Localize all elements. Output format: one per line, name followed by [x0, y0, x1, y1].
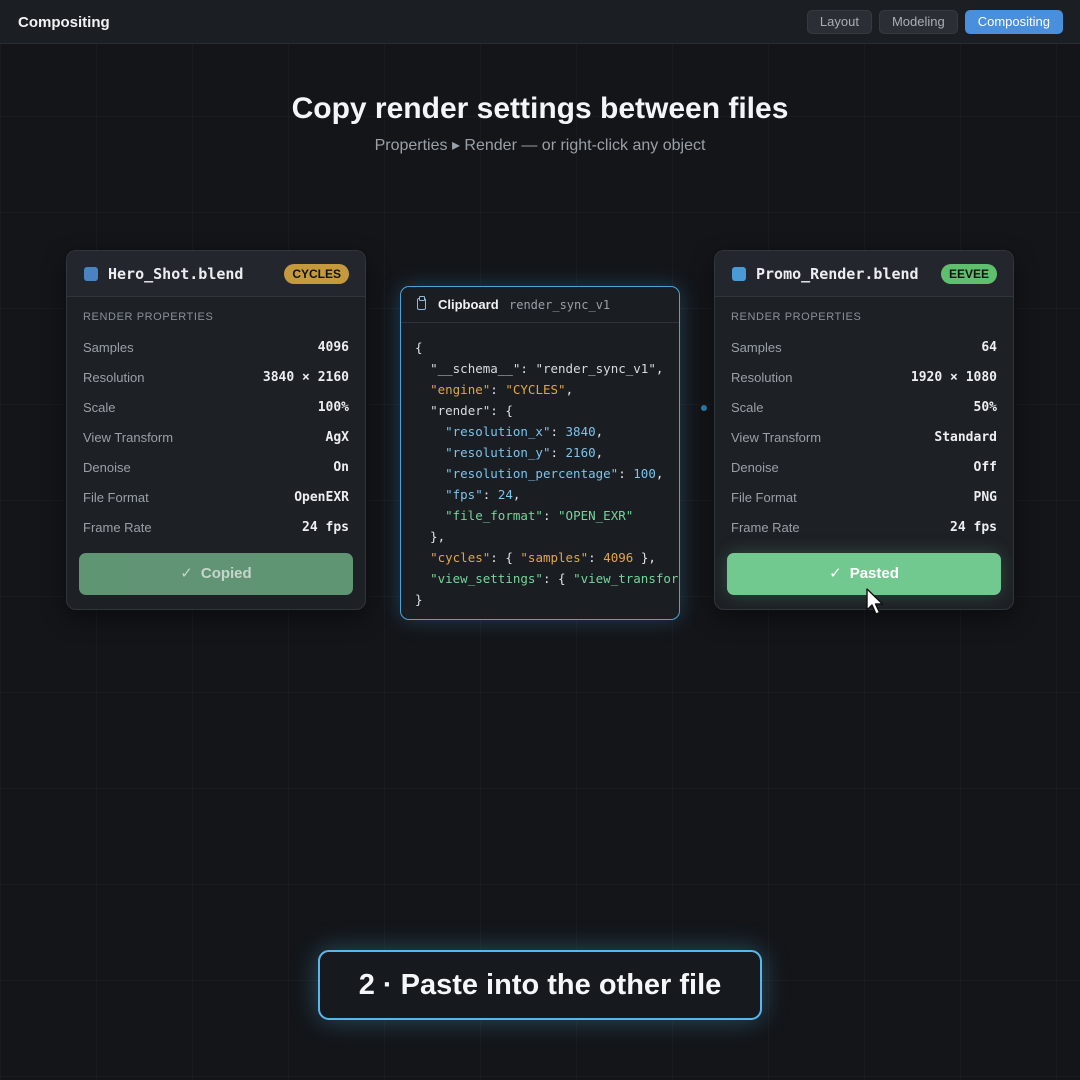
prop-label: File Format [83, 490, 149, 505]
source-file-name: Hero_Shot.blend [108, 265, 244, 283]
copy-button[interactable]: ✓ Copied [79, 553, 353, 595]
mouse-cursor-icon [866, 588, 884, 615]
clipboard-header: Clipboard render_sync_v1 [401, 287, 679, 323]
file-color-icon [84, 267, 98, 281]
source-file-card: Hero_Shot.blend CYCLES RENDER PROPERTIES… [66, 250, 366, 610]
prop-row-denoise: Denoise Off [731, 458, 997, 478]
prop-value: AgX [325, 430, 349, 445]
prop-row-view-transform: View Transform Standard [731, 428, 997, 448]
prop-row-scale: Scale 100% [83, 398, 349, 418]
prop-value: PNG [973, 490, 997, 505]
prop-label: Denoise [731, 460, 779, 475]
clipboard-title: Clipboard [438, 297, 499, 312]
engine-badge: CYCLES [284, 264, 349, 284]
prop-row-resolution: Resolution 1920 × 1080 [731, 368, 997, 388]
clipboard-icon [417, 296, 426, 310]
section-label: RENDER PROPERTIES [731, 311, 862, 323]
clipboard-json: { "__schema__": "render_sync_v1", "engin… [415, 340, 679, 607]
page-title: Copy render settings between files [291, 92, 789, 125]
copy-button-label: Copied [200, 565, 252, 582]
file-color-icon [732, 267, 746, 281]
engine-badge: EEVEE [940, 264, 997, 284]
target-file-header: Promo_Render.blend EEVEE [715, 251, 1013, 297]
prop-row-samples: Samples 64 [731, 338, 997, 358]
check-icon: ✓ [180, 565, 193, 582]
prop-label: Scale [83, 400, 116, 415]
prop-value: 50% [973, 400, 997, 415]
clipboard-panel: Clipboard render_sync_v1 { "__schema__":… [400, 286, 680, 620]
prop-label: File Format [731, 490, 797, 505]
prop-value: 100% [317, 400, 349, 415]
step-banner: 2 · Paste into the other file [318, 950, 762, 1020]
prop-label: View Transform [731, 430, 822, 445]
section-label: RENDER PROPERTIES [83, 311, 214, 323]
prop-row-frame-rate: Frame Rate 24 fps [731, 518, 997, 538]
prop-value: 3840 × 2160 [262, 370, 349, 385]
prop-label: Samples [731, 340, 782, 355]
tab-compositing[interactable]: Compositing [964, 10, 1063, 34]
prop-value: OpenEXR [294, 490, 349, 505]
target-file-card: Promo_Render.blend EEVEE RENDER PROPERTI… [714, 250, 1014, 610]
tab-modeling[interactable]: Modeling [878, 10, 958, 34]
prop-value: 24 fps [302, 520, 349, 535]
tab-layout[interactable]: Layout [806, 10, 872, 34]
target-file-name: Promo_Render.blend [756, 265, 919, 283]
paste-button-label: Pasted [849, 565, 899, 582]
prop-value: 4096 [317, 340, 349, 355]
prop-label: Resolution [731, 370, 793, 385]
prop-label: Resolution [83, 370, 145, 385]
prop-row-scale: Scale 50% [731, 398, 997, 418]
prop-value: Standard [934, 430, 997, 445]
prop-label: Denoise [83, 460, 131, 475]
prop-label: Samples [83, 340, 134, 355]
prop-value: On [333, 460, 349, 475]
prop-row-view-transform: View Transform AgX [83, 428, 349, 448]
prop-label: Frame Rate [83, 520, 152, 535]
source-file-header: Hero_Shot.blend CYCLES [67, 251, 365, 297]
prop-row-file-format: File Format PNG [731, 488, 997, 508]
prop-row-denoise: Denoise On [83, 458, 349, 478]
prop-value: Off [973, 460, 997, 475]
prop-row-frame-rate: Frame Rate 24 fps [83, 518, 349, 538]
prop-value: 1920 × 1080 [910, 370, 997, 385]
prop-row-file-format: File Format OpenEXR [83, 488, 349, 508]
paste-button[interactable]: ✓ Pasted [727, 553, 1001, 595]
prop-value: 64 [981, 340, 997, 355]
prop-row-samples: Samples 4096 [83, 338, 349, 358]
check-icon: ✓ [829, 565, 842, 582]
prop-label: Frame Rate [731, 520, 800, 535]
top-bar: Compositing Layout Modeling Compositing [0, 0, 1080, 44]
prop-label: Scale [731, 400, 764, 415]
page-subtitle: Properties ▸ Render — or right-click any… [374, 137, 706, 154]
connector-dot [701, 405, 707, 411]
prop-label: View Transform [83, 430, 174, 445]
prop-value: 24 fps [950, 520, 997, 535]
clipboard-tag: render_sync_v1 [509, 298, 611, 312]
prop-row-resolution: Resolution 3840 × 2160 [83, 368, 349, 388]
app-title: Compositing [18, 14, 110, 31]
workspace-tabs: Layout Modeling Compositing [806, 10, 1063, 34]
